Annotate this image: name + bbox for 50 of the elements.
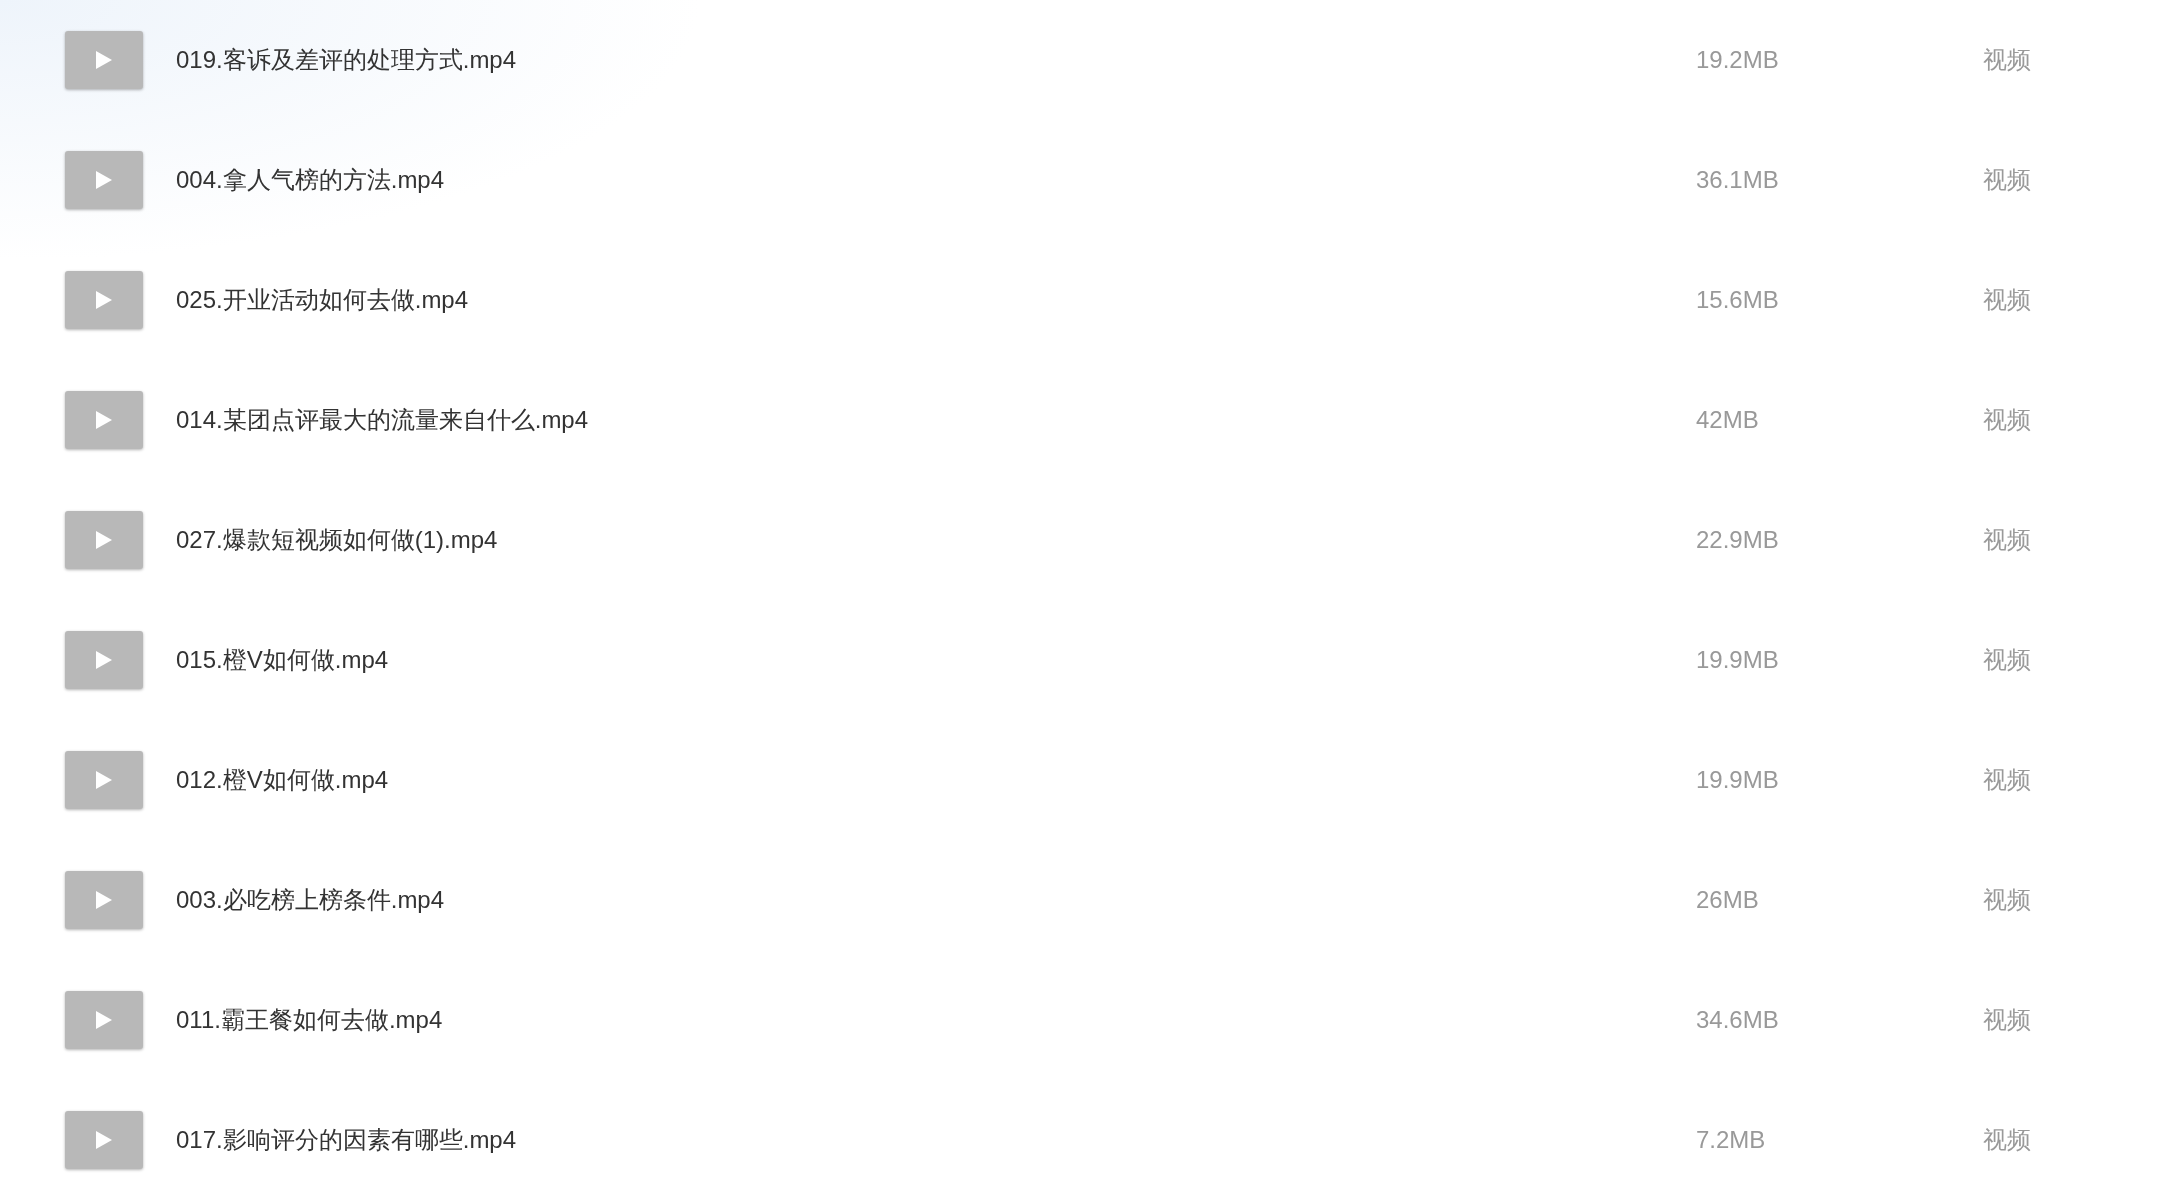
play-icon — [95, 650, 113, 670]
play-icon — [95, 1010, 113, 1030]
file-name[interactable]: 017.影响评分的因素有哪些.mp4 — [176, 1122, 1696, 1158]
file-name[interactable]: 025.开业活动如何去做.mp4 — [176, 282, 1696, 318]
file-size: 26MB — [1696, 885, 1760, 915]
file-type: 视频 — [1983, 405, 2031, 435]
file-type: 视频 — [1983, 525, 2031, 555]
file-name[interactable]: 003.必吃榜上榜条件.mp4 — [176, 882, 1696, 918]
video-thumbnail[interactable] — [65, 511, 143, 569]
play-icon — [95, 530, 113, 550]
file-type: 视频 — [1983, 45, 2031, 75]
play-icon — [95, 410, 113, 430]
file-size: 19.9MB — [1696, 645, 1780, 675]
video-thumbnail[interactable] — [65, 271, 143, 329]
play-icon — [95, 170, 113, 190]
file-size: 19.2MB — [1696, 45, 1780, 75]
file-size: 34.6MB — [1696, 1005, 1780, 1035]
file-name[interactable]: 019.客诉及差评的处理方式.mp4 — [176, 42, 1696, 78]
file-name[interactable]: 027.爆款短视频如何做(1).mp4 — [176, 522, 1696, 558]
file-size: 42MB — [1696, 405, 1760, 435]
file-type: 视频 — [1983, 645, 2031, 675]
file-type: 视频 — [1983, 765, 2031, 795]
file-name[interactable]: 015.橙V如何做.mp4 — [176, 642, 1696, 678]
video-thumbnail[interactable] — [65, 391, 143, 449]
play-icon — [95, 290, 113, 310]
video-thumbnail[interactable] — [65, 151, 143, 209]
file-type: 视频 — [1983, 1005, 2031, 1035]
play-icon — [95, 50, 113, 70]
play-icon — [95, 1130, 113, 1150]
play-icon — [95, 890, 113, 910]
file-type: 视频 — [1983, 285, 2031, 315]
file-type: 视频 — [1983, 165, 2031, 195]
file-name[interactable]: 012.橙V如何做.mp4 — [176, 762, 1696, 798]
video-thumbnail[interactable] — [65, 751, 143, 809]
file-type: 视频 — [1983, 885, 2031, 915]
file-name[interactable]: 004.拿人气榜的方法.mp4 — [176, 162, 1696, 198]
video-thumbnail[interactable] — [65, 871, 143, 929]
file-size: 22.9MB — [1696, 525, 1780, 555]
file-size: 15.6MB — [1696, 285, 1780, 315]
file-size: 36.1MB — [1696, 165, 1780, 195]
file-size: 7.2MB — [1696, 1125, 1767, 1155]
file-size: 19.9MB — [1696, 765, 1780, 795]
file-type: 视频 — [1983, 1125, 2031, 1155]
play-icon — [95, 770, 113, 790]
video-thumbnail[interactable] — [65, 1111, 143, 1169]
video-thumbnail[interactable] — [65, 31, 143, 89]
video-thumbnail[interactable] — [65, 631, 143, 689]
file-name[interactable]: 014.某团点评最大的流量来自什么.mp4 — [176, 402, 1696, 438]
video-thumbnail[interactable] — [65, 991, 143, 1049]
file-name[interactable]: 011.霸王餐如何去做.mp4 — [176, 1002, 1696, 1038]
